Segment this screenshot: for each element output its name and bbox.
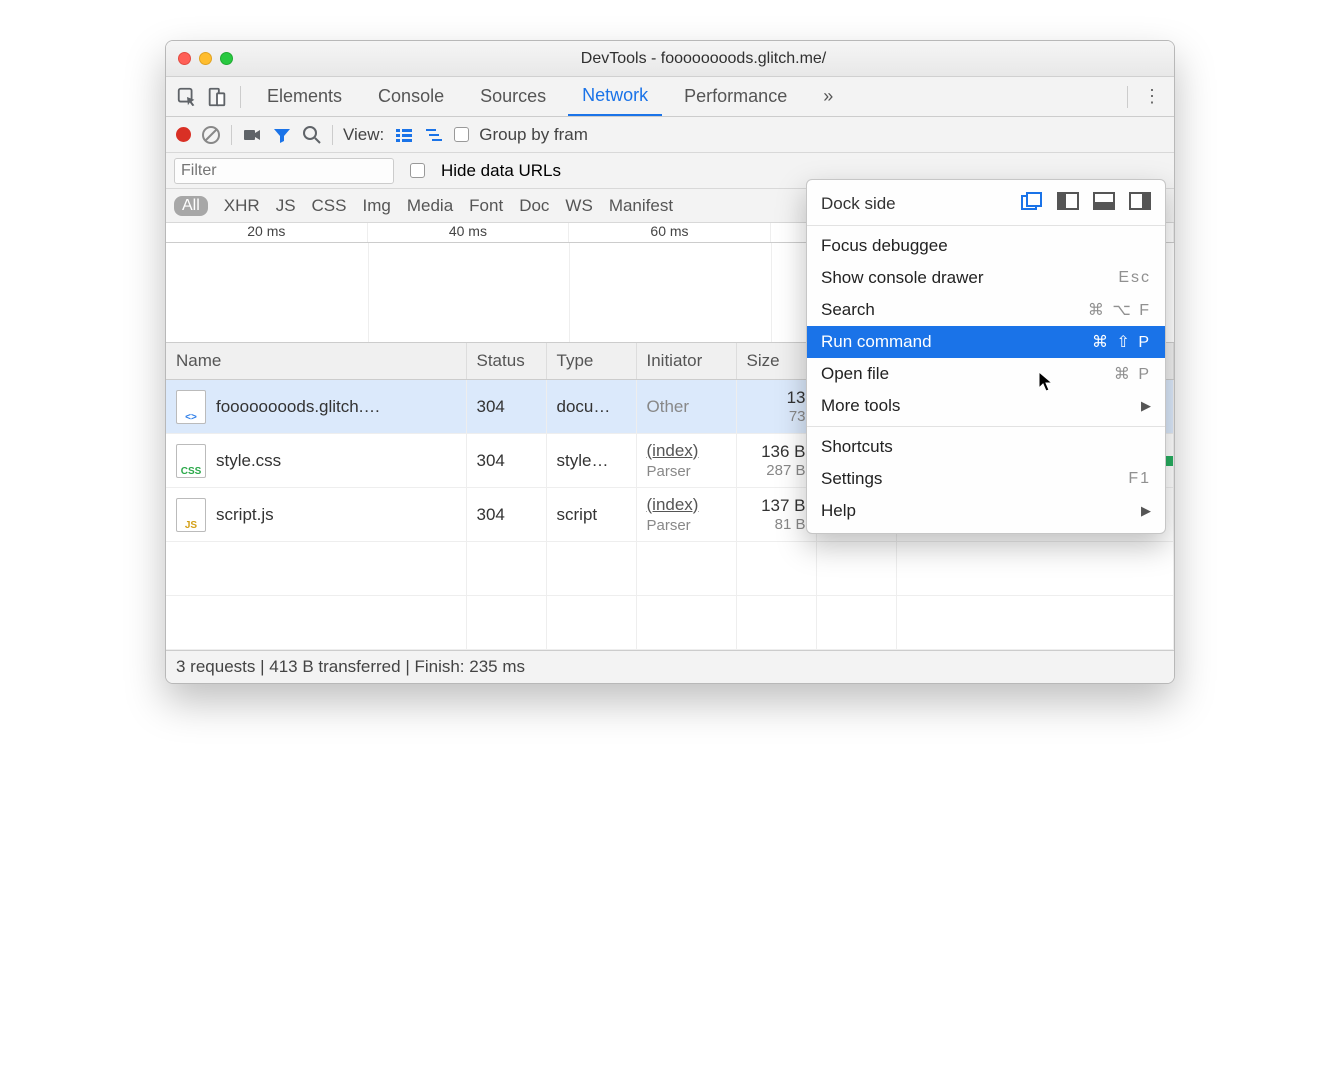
camera-icon[interactable]	[242, 125, 262, 145]
menu-settings[interactable]: SettingsF1	[807, 463, 1165, 495]
css-file-icon: CSS	[176, 444, 206, 478]
filter-img[interactable]: Img	[363, 196, 391, 216]
view-label: View:	[343, 125, 384, 145]
inspect-element-icon[interactable]	[176, 86, 198, 108]
tab-performance[interactable]: Performance	[670, 77, 801, 116]
filter-input[interactable]	[174, 158, 394, 184]
type-cell: style…	[546, 434, 636, 488]
empty-row	[166, 596, 1174, 650]
col-size[interactable]: Size	[736, 343, 816, 380]
separator	[240, 86, 241, 108]
tab-elements[interactable]: Elements	[253, 77, 356, 116]
group-by-frame-checkbox[interactable]	[454, 127, 469, 142]
tick-label: 40 ms	[368, 223, 570, 242]
menu-search[interactable]: Search⌘ ⌥ F	[807, 294, 1165, 326]
filter-css[interactable]: CSS	[312, 196, 347, 216]
dock-left-icon[interactable]	[1057, 192, 1079, 215]
filter-ws[interactable]: WS	[565, 196, 592, 216]
waterfall-view-icon[interactable]	[424, 125, 444, 145]
hide-data-urls-checkbox[interactable]	[410, 163, 425, 178]
tab-sources[interactable]: Sources	[466, 77, 560, 116]
tab-network[interactable]: Network	[568, 77, 662, 116]
device-toolbar-icon[interactable]	[206, 86, 228, 108]
menu-shortcuts[interactable]: Shortcuts	[807, 431, 1165, 463]
html-file-icon: <>	[176, 390, 206, 424]
col-initiator[interactable]: Initiator	[636, 343, 736, 380]
filter-all[interactable]: All	[174, 196, 208, 216]
menu-show-console-drawer[interactable]: Show console drawerEsc	[807, 262, 1165, 294]
tab-console[interactable]: Console	[364, 77, 458, 116]
request-name: foooooooods.glitch.…	[216, 397, 380, 417]
request-name: script.js	[216, 505, 274, 525]
filter-xhr[interactable]: XHR	[224, 196, 260, 216]
dock-side-label: Dock side	[821, 194, 896, 214]
filter-icon[interactable]	[272, 125, 292, 145]
tabs-overflow-button[interactable]: »	[809, 77, 847, 116]
status-cell: 304	[466, 434, 546, 488]
minimize-window-button[interactable]	[199, 52, 212, 65]
status-cell: 304	[466, 488, 546, 542]
titlebar: DevTools - foooooooods.glitch.me/	[166, 41, 1174, 77]
col-status[interactable]: Status	[466, 343, 546, 380]
col-type[interactable]: Type	[546, 343, 636, 380]
mouse-cursor-icon	[1038, 371, 1054, 393]
filter-doc[interactable]: Doc	[519, 196, 549, 216]
filter-js[interactable]: JS	[276, 196, 296, 216]
tick-label: 60 ms	[569, 223, 771, 242]
filter-manifest[interactable]: Manifest	[609, 196, 673, 216]
clear-icon[interactable]	[201, 125, 221, 145]
empty-row	[166, 542, 1174, 596]
panel-tabbar: Elements Console Sources Network Perform…	[166, 77, 1174, 117]
initiator-link[interactable]: (index)	[647, 495, 699, 514]
filter-font[interactable]: Font	[469, 196, 503, 216]
main-context-menu: Dock side Focus debuggee Show console dr…	[806, 179, 1166, 534]
record-button[interactable]	[176, 127, 191, 142]
request-name: style.css	[216, 451, 281, 471]
type-cell: script	[546, 488, 636, 542]
hide-data-urls-label: Hide data URLs	[441, 161, 561, 181]
maximize-window-button[interactable]	[220, 52, 233, 65]
menu-open-file[interactable]: Open file⌘ P	[807, 358, 1165, 390]
status-bar: 3 requests | 413 B transferred | Finish:…	[166, 650, 1174, 683]
window-title: DevTools - foooooooods.glitch.me/	[245, 50, 1162, 68]
menu-run-command[interactable]: Run command⌘ ⇧ P	[807, 326, 1165, 358]
menu-help[interactable]: Help▶	[807, 495, 1165, 527]
window-controls	[178, 52, 233, 65]
close-window-button[interactable]	[178, 52, 191, 65]
filter-media[interactable]: Media	[407, 196, 453, 216]
dock-right-icon[interactable]	[1129, 192, 1151, 215]
initiator-cell: Other	[647, 397, 690, 416]
tick-label: 20 ms	[166, 223, 368, 242]
status-cell: 304	[466, 380, 546, 434]
search-icon[interactable]	[302, 125, 322, 145]
col-name[interactable]: Name	[166, 343, 466, 380]
initiator-link[interactable]: (index)	[647, 441, 699, 460]
menu-focus-debuggee[interactable]: Focus debuggee	[807, 230, 1165, 262]
devtools-window: DevTools - foooooooods.glitch.me/ Elemen…	[165, 40, 1175, 684]
type-cell: docu…	[546, 380, 636, 434]
js-file-icon: JS	[176, 498, 206, 532]
dock-bottom-icon[interactable]	[1093, 192, 1115, 215]
large-rows-icon[interactable]	[394, 125, 414, 145]
menu-more-tools[interactable]: More tools▶	[807, 390, 1165, 422]
dock-undock-icon[interactable]	[1021, 192, 1043, 215]
group-by-frame-label: Group by fram	[479, 125, 588, 145]
separator	[1127, 86, 1128, 108]
network-toolbar: View: Group by fram	[166, 117, 1174, 153]
settings-menu-button[interactable]: ⋮	[1140, 86, 1164, 107]
